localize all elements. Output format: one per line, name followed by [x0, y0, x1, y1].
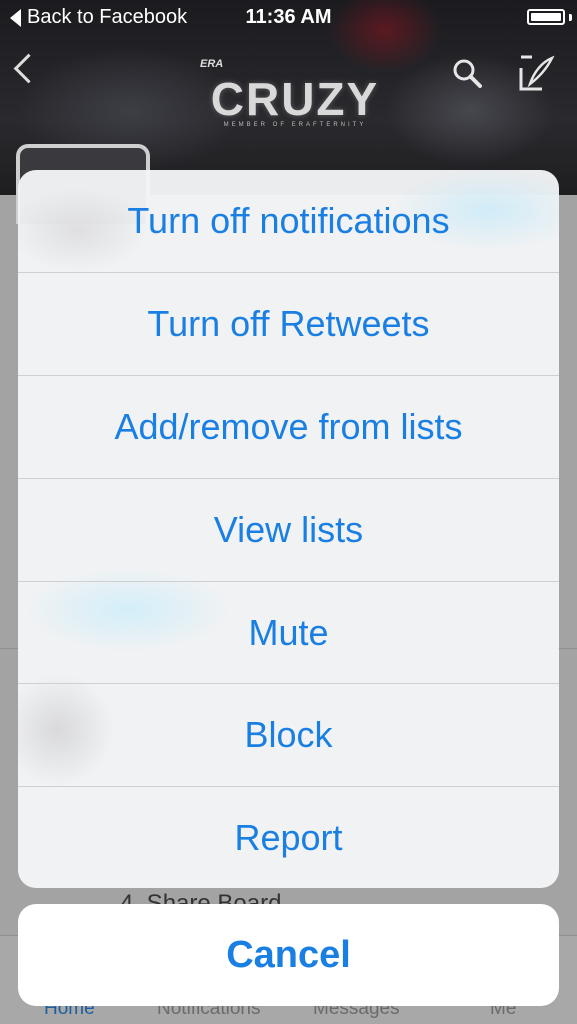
- cancel-button[interactable]: Cancel: [18, 904, 559, 1006]
- view-lists-button[interactable]: View lists: [18, 478, 559, 580]
- block-button[interactable]: Block: [18, 683, 559, 785]
- banner-subtitle: MEMBER OF ERAFTERNITY: [223, 122, 367, 128]
- status-bar: Back to Facebook 11:36 AM: [0, 0, 577, 36]
- mute-button[interactable]: Mute: [18, 581, 559, 683]
- compose-icon[interactable]: [518, 54, 556, 92]
- turn-off-notifications-button[interactable]: Turn off notifications: [18, 170, 559, 272]
- battery-icon: [527, 9, 565, 25]
- search-icon[interactable]: [452, 58, 482, 88]
- status-time: 11:36 AM: [245, 6, 332, 28]
- battery-nub: [569, 14, 572, 21]
- report-button[interactable]: Report: [18, 786, 559, 888]
- banner-title: CRUZY: [210, 73, 380, 125]
- add-remove-from-lists-button[interactable]: Add/remove from lists: [18, 375, 559, 477]
- turn-off-retweets-button[interactable]: Turn off Retweets: [18, 272, 559, 374]
- banner-era: ERA: [200, 58, 224, 70]
- action-sheet: Turn off notifications Turn off Retweets…: [18, 170, 559, 888]
- banner-logo: ERA CRUZY MEMBER OF ERAFTERNITY: [200, 58, 390, 128]
